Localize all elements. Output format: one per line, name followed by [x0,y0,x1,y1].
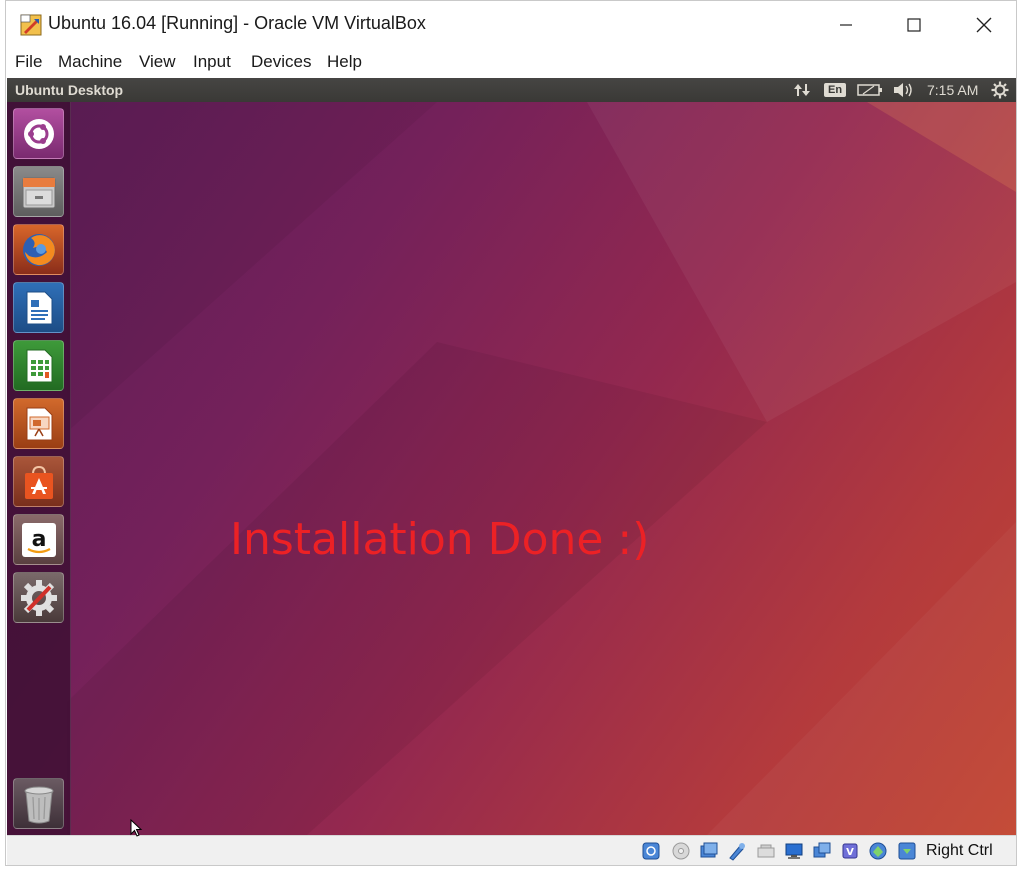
menu-file[interactable]: File [15,52,42,72]
launcher-amazon[interactable]: a [13,514,64,565]
menu-bar: File Machine View Input Devices Help [6,49,1016,77]
file-cabinet-icon [22,177,55,208]
keyboard-layout-icon: En [824,83,847,97]
keyboard-layout-indicator[interactable]: En [824,78,847,102]
unity-launcher: a [7,102,71,835]
menu-machine[interactable]: Machine [58,52,122,72]
menu-view[interactable]: View [139,52,176,72]
display-icon[interactable] [812,841,832,861]
panel-clock[interactable]: 7:15 AM [927,82,978,98]
minimize-icon [840,24,852,26]
usb-icon[interactable] [756,841,776,861]
session-menu[interactable] [991,78,1009,102]
network-icon[interactable] [727,841,747,861]
svg-text:a: a [31,527,46,552]
mouse-cursor-icon [130,819,143,837]
sound-icon [894,83,912,97]
installation-done-label: Installation Done :) [230,514,650,565]
close-icon [976,17,992,33]
launcher-firefox[interactable] [13,224,64,275]
trash-icon [24,786,53,823]
menu-help[interactable]: Help [327,52,362,72]
amazon-icon: a [21,522,56,557]
panel-title: Ubuntu Desktop [15,82,124,98]
ubuntu-top-panel: Ubuntu Desktop En 7:15 AM [7,78,1016,102]
shared-folders-icon[interactable] [784,841,804,861]
launcher-libreoffice-writer[interactable] [13,282,64,333]
window-title: Ubuntu 16.04 [Running] - Oracle VM Virtu… [48,13,426,33]
hard-disk-icon[interactable] [641,841,661,861]
launcher-system-settings[interactable] [13,572,64,623]
title-bar[interactable]: Ubuntu 16.04 [Running] - Oracle VM Virtu… [6,1,1016,49]
launcher-trash[interactable] [13,778,64,829]
maximize-icon [907,18,921,32]
minimize-button[interactable] [823,1,869,49]
launcher-ubuntu-software[interactable] [13,456,64,507]
vm-status-bar: V Right Ctrl [7,835,1016,865]
sound-indicator[interactable] [892,78,914,102]
host-key-label: Right Ctrl [926,842,993,859]
optical-drive-icon[interactable] [671,841,691,861]
firefox-icon [22,233,55,266]
battery-icon [857,84,882,96]
maximize-button[interactable] [891,1,937,49]
video-capture-icon[interactable]: V [840,841,860,861]
virtualbox-window: Ubuntu 16.04 [Running] - Oracle VM Virtu… [5,0,1017,866]
network-arrows-icon [794,84,810,96]
wallpaper-facets [67,102,1016,835]
menu-input[interactable]: Input [193,52,231,72]
launcher-libreoffice-impress[interactable] [13,398,64,449]
ubuntu-desktop[interactable]: a Installation Done:) [7,102,1016,835]
launcher-dash-home[interactable] [13,108,64,159]
audio-icon[interactable] [699,841,719,861]
writer-document-icon [26,291,52,324]
launcher-libreoffice-calc[interactable] [13,340,64,391]
presentation-icon [26,407,52,440]
settings-wrench-icon [20,579,57,616]
network-indicator[interactable] [793,78,811,102]
host-key-icon[interactable] [897,841,917,861]
launcher-files[interactable] [13,166,64,217]
virtualbox-app-icon [20,14,42,36]
system-settings-icon [991,81,1009,99]
shopping-bag-icon [24,465,53,499]
vm-display[interactable]: Ubuntu Desktop En 7:15 AM a Installation… [7,78,1016,835]
close-button[interactable] [961,1,1007,49]
menu-devices[interactable]: Devices [251,52,311,72]
battery-indicator[interactable] [857,78,883,102]
spreadsheet-icon [26,349,52,382]
svg-text:V: V [846,847,854,858]
ubuntu-logo-icon [23,118,54,149]
mouse-integration-icon[interactable] [868,841,888,861]
